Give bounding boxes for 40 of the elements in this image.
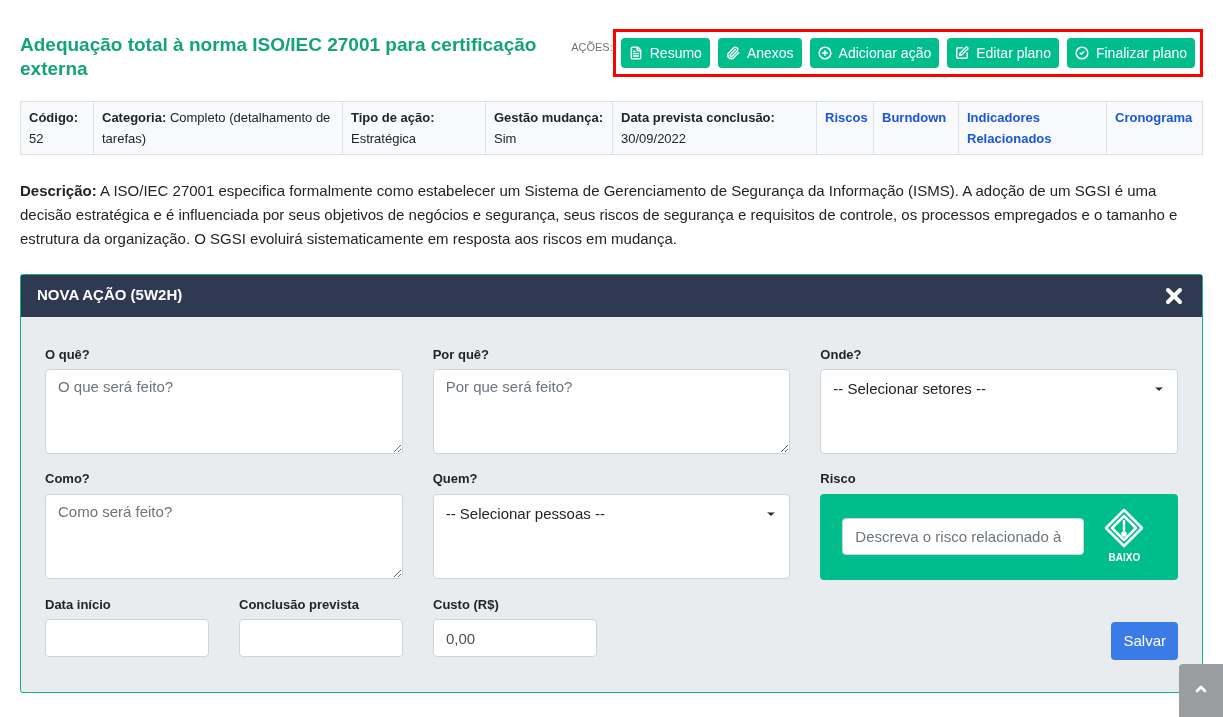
actions-label: AÇÕES: <box>571 40 613 55</box>
check-circle-icon <box>1074 46 1089 60</box>
field-label: Conclusão prevista <box>239 595 359 614</box>
select-field[interactable]: -- Selecionar pessoas -- <box>432 493 791 579</box>
info-cell-text: Tipo de ação: Estratégica <box>351 108 436 148</box>
field-label: Por quê? <box>432 345 489 364</box>
field-label: Quem? <box>432 470 478 488</box>
info-cell-text: Data prevista conclusão: 30/09/2022 <box>621 108 776 148</box>
info-link[interactable]: Burndown <box>882 106 950 128</box>
info-link[interactable]: Riscos <box>825 106 865 128</box>
field-label: Custo (R$) <box>433 595 499 614</box>
info-link[interactable]: Cronograma <box>1115 106 1194 128</box>
risk-level-text: BAIXO <box>1108 551 1141 565</box>
description-text: Descrição: A ISO/IEC 27001 especifica formalmente como estabelecer um Sistema de Gerenciamento de Segurança da Informação (ISMS). A adoção de um SGSI é uma decisão estratégica e é influenciada por seus objetivos de negócios e segurança, seus riscos de segurança e requisitos de controle, os processos empregados e o tamanho e estrutura da organização. O SGSI evoluirá sistematicamente em resposta aos riscos em mudança. <box>20 180 1179 249</box>
plus-circle-icon <box>817 46 832 60</box>
field-label: O quê? <box>45 345 90 364</box>
field-label: Risco <box>820 470 856 488</box>
input-field[interactable] <box>239 619 403 657</box>
input-field[interactable] <box>45 619 209 657</box>
warning-diamond-icon <box>1104 508 1145 548</box>
info-link[interactable]: Indicadores Relacionados <box>967 106 1098 149</box>
field-label: Como? <box>45 470 90 488</box>
text-area[interactable]: Como será feito? <box>45 493 403 579</box>
edit-icon <box>955 46 970 60</box>
info-cell-text: Código: 52 <box>29 108 80 148</box>
text-area[interactable]: O que será feito? <box>45 369 403 454</box>
info-cell-text: Gestão mudança: Sim <box>494 108 604 148</box>
panel-title: NOVA AÇÃO (5W2H) <box>37 285 183 306</box>
field-label: Data início <box>45 595 111 614</box>
text-area[interactable]: Por que será feito? <box>432 369 791 454</box>
select-field[interactable]: -- Selecionar setores -- <box>820 369 1178 454</box>
paperclip-icon <box>725 46 740 60</box>
save-button[interactable]: Salvar <box>1111 622 1178 660</box>
field-label: Onde? <box>820 345 862 364</box>
info-cell-text: Categoria: Completo (detalhamento de tarefas) <box>102 108 332 148</box>
page-title: Adequação total à norma ISO/IEC 27001 para certificação externa <box>20 33 538 81</box>
input-field[interactable]: 0,00 <box>433 619 597 657</box>
document-icon <box>628 46 643 60</box>
scroll-top-button[interactable] <box>1179 664 1223 717</box>
risk-input[interactable]: Descreva o risco relacionado à <box>842 518 1085 555</box>
